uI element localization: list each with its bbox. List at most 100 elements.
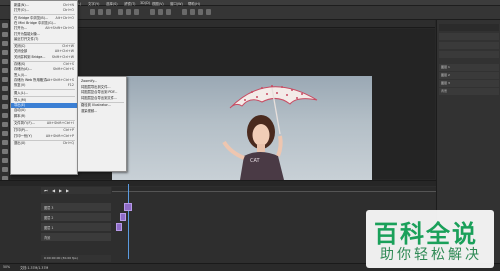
file-menu-item[interactable]: 导出(E) xyxy=(11,103,77,108)
align-left-icon[interactable] xyxy=(90,9,95,15)
export-submenu: Zoomify... 将图层导出到文件... 将图层复合导出到 PDF... 将图层复… xyxy=(77,76,127,172)
file-menu-item[interactable]: 自动(U) xyxy=(14,108,75,113)
export-menu-item[interactable]: Zoomify... xyxy=(81,79,124,84)
tool-icon[interactable] xyxy=(2,86,8,91)
menu-item-shortcut: F12 xyxy=(67,83,74,88)
file-menu-item[interactable]: 在 Mini Bridge 中浏览(G)... xyxy=(14,21,75,26)
3d-mode-icon[interactable] xyxy=(206,9,211,15)
tool-icon[interactable] xyxy=(2,158,8,163)
file-menu-item[interactable]: 脚本(R) xyxy=(14,114,75,119)
menu-item-shortcut: Ctrl+N xyxy=(62,3,74,7)
menu-item-shortcut: Ctrl+Q xyxy=(62,140,74,145)
next-frame-icon[interactable]: ▶ xyxy=(66,188,69,193)
menu-item-shortcut: Alt+Shift+Ctrl+P xyxy=(45,133,74,138)
file-menu-item[interactable]: 导入(M) xyxy=(14,98,75,103)
timeline-layer-label: 图层 1 xyxy=(44,226,54,230)
distribute-icon[interactable] xyxy=(126,9,131,15)
svg-text:CAT: CAT xyxy=(250,158,261,164)
file-menu-item[interactable]: 签入(I)... xyxy=(14,73,75,78)
timeline-layer-row[interactable]: 图层 1 xyxy=(41,223,111,231)
file-menu-item[interactable]: 置入(L)... xyxy=(14,91,75,96)
export-menu-item[interactable]: 将图层复合导出到文件... xyxy=(81,96,124,101)
timeline-layer-row[interactable]: 图层 2 xyxy=(41,213,111,221)
time-ruler[interactable] xyxy=(112,187,436,192)
timeline-layer-row[interactable]: 背景 xyxy=(41,233,111,241)
blend-mode-select[interactable] xyxy=(439,42,499,49)
menu-item-label: 在 Bridge 中浏览(B)... xyxy=(14,15,49,20)
panel-header xyxy=(439,24,499,31)
tool-icon[interactable] xyxy=(2,113,8,118)
align-right-icon[interactable] xyxy=(106,9,111,15)
menu-item-label: 将图层复合导出到 PDF... xyxy=(81,90,118,95)
tool-icon[interactable] xyxy=(2,23,8,28)
first-frame-icon[interactable]: ⏮ xyxy=(44,188,48,193)
tool-icon[interactable] xyxy=(2,95,8,100)
layer-row[interactable]: 图层 3 xyxy=(439,80,499,87)
timeline-layer-row[interactable]: 图层 3 xyxy=(41,203,111,211)
distribute-icon[interactable] xyxy=(134,9,139,15)
file-menu-item[interactable]: 打印一份(Y) Alt+Shift+Ctrl+P xyxy=(14,134,75,139)
file-menu-item[interactable]: 新建(N)... Ctrl+N xyxy=(14,3,75,8)
tool-icon[interactable] xyxy=(2,59,8,64)
menu-item-shortcut: Ctrl+W xyxy=(62,44,74,49)
export-menu-item[interactable]: 将图层导出到文件... xyxy=(81,85,124,90)
tool-icon[interactable] xyxy=(2,41,8,46)
file-menu-item[interactable]: 存储为 Web 所用格式... Alt+Shift+Ctrl+S xyxy=(14,78,75,83)
tool-icon[interactable] xyxy=(2,149,8,154)
distribute-icon[interactable] xyxy=(118,9,123,15)
playhead[interactable] xyxy=(128,184,129,259)
3d-mode-icon[interactable] xyxy=(182,9,187,15)
export-menu-item[interactable]: 渲染视频... xyxy=(81,109,124,114)
distribute-icon[interactable] xyxy=(150,9,155,15)
menu-item-label: 关闭全部 xyxy=(14,49,28,54)
zoom-level[interactable]: 50% xyxy=(3,265,10,269)
prev-frame-icon[interactable]: ◀ xyxy=(52,188,55,193)
layers-filter[interactable] xyxy=(439,33,499,40)
export-menu-item[interactable]: 将图层复合导出到 PDF... xyxy=(81,90,124,95)
current-time: 0:00:00:00 xyxy=(44,256,61,260)
file-menu-item[interactable]: 在 Bridge 中浏览(B)... Alt+Ctrl+O xyxy=(14,16,75,21)
tool-icon[interactable] xyxy=(2,131,8,136)
menu-item-label: 在 Mini Bridge 中浏览(G)... xyxy=(14,20,57,25)
menu-item-shortcut: Ctrl+O xyxy=(62,8,74,13)
file-menu-item[interactable]: 关闭全部 Alt+Ctrl+W xyxy=(14,49,75,54)
menu-bar-item[interactable]: 3D(D) xyxy=(140,1,150,5)
lock-controls[interactable] xyxy=(439,51,499,58)
3d-mode-icon[interactable] xyxy=(198,9,203,15)
file-menu-item[interactable]: 打印(P)... Ctrl+P xyxy=(14,128,75,133)
file-menu-item[interactable]: 存储为(A)... Shift+Ctrl+S xyxy=(14,67,75,72)
layer-row[interactable]: 背景 xyxy=(439,88,499,95)
file-menu-item[interactable]: 恢复(V) F12 xyxy=(14,83,75,88)
tool-icon[interactable] xyxy=(2,167,8,172)
file-menu-item[interactable]: 打开(O)... Ctrl+O xyxy=(14,8,75,13)
file-menu-item[interactable]: 打开为... Alt+Shift+Ctrl+O xyxy=(14,26,75,31)
3d-mode-icon[interactable] xyxy=(190,9,195,15)
tool-icon[interactable] xyxy=(2,68,8,73)
file-menu-item[interactable]: 退出(X) Ctrl+Q xyxy=(14,141,75,146)
distribute-icon[interactable] xyxy=(158,9,163,15)
tool-icon[interactable] xyxy=(2,32,8,37)
file-menu-item[interactable]: 关闭并转到 Bridge... Shift+Ctrl+W xyxy=(14,55,75,60)
layer-clip[interactable] xyxy=(124,203,132,211)
file-menu-item[interactable]: 存储(S) Ctrl+S xyxy=(14,62,75,67)
file-menu-item[interactable]: 文件简介(F)... Alt+Shift+Ctrl+I xyxy=(14,121,75,126)
timeline-layer-label: 图层 3 xyxy=(44,206,54,210)
layer-clip[interactable] xyxy=(120,213,126,221)
timeline-layer-label: 图层 2 xyxy=(44,216,54,220)
align-center-icon[interactable] xyxy=(98,9,103,15)
file-menu-item[interactable]: 关闭(C) Ctrl+W xyxy=(14,44,75,49)
tool-icon[interactable] xyxy=(2,77,8,82)
tool-icon[interactable] xyxy=(2,122,8,127)
layer-clip[interactable] xyxy=(116,223,122,231)
tool-icon[interactable] xyxy=(2,104,8,109)
distribute-icon[interactable] xyxy=(166,9,171,15)
play-icon[interactable]: ▶ xyxy=(59,188,62,193)
tool-icon[interactable] xyxy=(2,50,8,55)
file-menu-item[interactable]: 最近打开文件(T) xyxy=(14,37,75,42)
file-menu-item[interactable]: 打开为智能对象... xyxy=(14,32,75,37)
layer-row[interactable]: 图层 1 xyxy=(439,64,499,71)
tool-icon[interactable] xyxy=(2,140,8,145)
layer-row[interactable]: 图层 2 xyxy=(439,72,499,79)
export-menu-item[interactable]: 路径到 Illustrator... xyxy=(81,103,124,108)
menu-item-shortcut: Ctrl+P xyxy=(63,128,74,133)
